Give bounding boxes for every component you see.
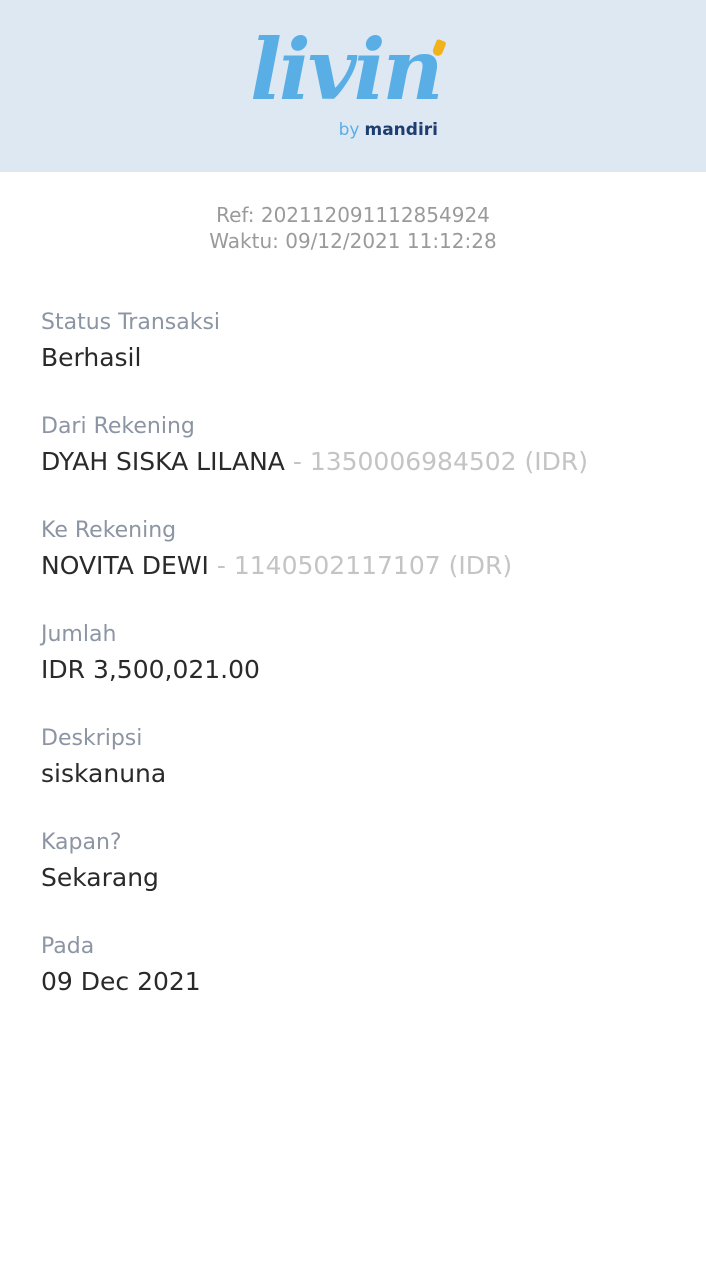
time-value: 09/12/2021 11:12:28	[285, 229, 497, 253]
from-account-value: DYAH SISKA LILANA - 1350006984502 (IDR)	[41, 444, 706, 480]
logo-sub-brand: mandiri	[364, 120, 439, 140]
reference-line: Ref: 202112091112854924	[0, 202, 706, 228]
to-account-separator: -	[208, 551, 234, 580]
amount-value: IDR 3,500,021.00	[41, 655, 260, 684]
to-account-name: NOVITA DEWI	[41, 551, 209, 580]
to-account-field: Ke Rekening NOVITA DEWI - 1140502117107 …	[41, 514, 706, 584]
schedule-value: Sekarang	[41, 863, 159, 892]
time-line: Waktu: 09/12/2021 11:12:28	[0, 228, 706, 254]
date-field: Pada 09 Dec 2021	[41, 930, 706, 1000]
to-account-label: Ke Rekening	[41, 518, 177, 543]
transaction-meta: Ref: 202112091112854924 Waktu: 09/12/202…	[0, 202, 706, 254]
date-label: Pada	[41, 934, 95, 959]
to-account-value: NOVITA DEWI - 1140502117107 (IDR)	[41, 548, 706, 584]
from-account-separator: -	[284, 447, 310, 476]
schedule-label: Kapan?	[41, 830, 122, 855]
date-value: 09 Dec 2021	[41, 967, 201, 996]
livin-logo: livin by mandiri	[250, 24, 460, 144]
description-field: Deskripsi siskanuna	[41, 722, 706, 792]
description-value: siskanuna	[41, 759, 167, 788]
status-field: Status Transaksi Berhasil	[41, 306, 706, 376]
logo-subtitle: by mandiri	[339, 120, 438, 140]
from-account-label: Dari Rekening	[41, 414, 195, 439]
status-value: Berhasil	[41, 343, 142, 372]
from-account-field: Dari Rekening DYAH SISKA LILANA - 135000…	[41, 410, 706, 480]
schedule-field: Kapan? Sekarang	[41, 826, 706, 896]
description-label: Deskripsi	[41, 726, 143, 751]
amount-field: Jumlah IDR 3,500,021.00	[41, 618, 706, 688]
time-label: Waktu:	[209, 229, 279, 253]
logo-sub-prefix: by	[338, 120, 360, 140]
app-header: livin by mandiri	[0, 0, 706, 172]
reference-number: 202112091112854924	[260, 203, 490, 227]
status-label: Status Transaksi	[41, 310, 221, 335]
reference-label: Ref:	[216, 203, 255, 227]
amount-label: Jumlah	[41, 622, 117, 647]
transaction-details: Status Transaksi Berhasil Dari Rekening …	[0, 306, 706, 1000]
from-account-number: 1350006984502 (IDR)	[309, 447, 589, 476]
from-account-name: DYAH SISKA LILANA	[41, 447, 285, 476]
logo-wordmark: livin	[250, 20, 444, 119]
to-account-number: 1140502117107 (IDR)	[233, 551, 513, 580]
